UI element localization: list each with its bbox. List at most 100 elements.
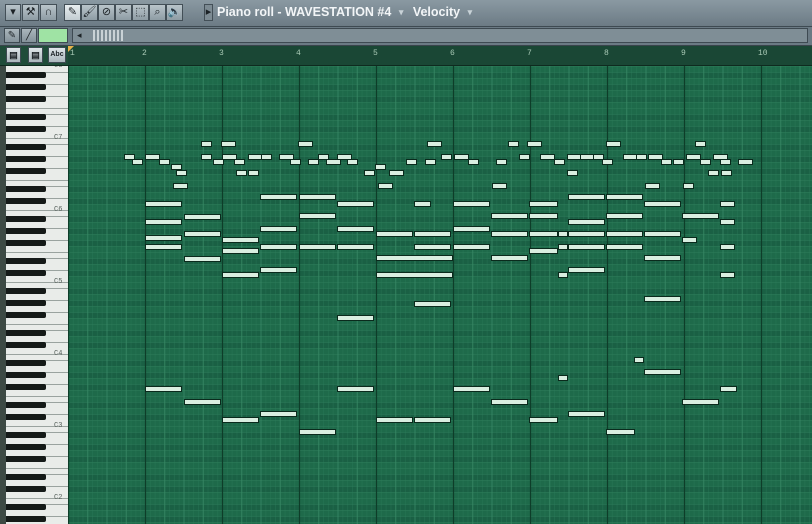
note-block[interactable]	[184, 214, 221, 220]
note-block[interactable]	[425, 159, 436, 165]
note-block[interactable]	[453, 226, 490, 232]
note-block[interactable]	[236, 170, 247, 176]
note-block[interactable]	[682, 399, 719, 405]
black-key[interactable]	[6, 342, 46, 348]
black-key[interactable]	[6, 384, 46, 390]
paint-tool-icon[interactable]: 🖌	[81, 4, 98, 21]
note-block[interactable]	[441, 154, 452, 160]
black-key[interactable]	[6, 216, 46, 222]
black-key[interactable]	[6, 240, 46, 246]
note-block[interactable]	[491, 399, 528, 405]
note-block[interactable]	[492, 183, 507, 189]
note-block[interactable]	[686, 154, 701, 160]
note-block[interactable]	[720, 219, 735, 225]
note-block[interactable]	[496, 159, 507, 165]
note-block[interactable]	[376, 231, 413, 237]
note-block[interactable]	[721, 170, 732, 176]
note-block[interactable]	[173, 183, 188, 189]
black-key[interactable]	[6, 288, 46, 294]
note-block[interactable]	[414, 417, 451, 423]
note-block[interactable]	[221, 141, 236, 147]
window-menu-button[interactable]: ▾	[5, 4, 21, 21]
note-block[interactable]	[298, 141, 313, 147]
note-block[interactable]	[299, 429, 336, 435]
black-key[interactable]	[6, 516, 46, 522]
note-block[interactable]	[337, 244, 374, 250]
magnet-icon[interactable]: ∩	[40, 4, 57, 21]
note-block[interactable]	[529, 201, 558, 207]
note-block[interactable]	[568, 231, 605, 237]
note-block[interactable]	[644, 231, 681, 237]
note-block[interactable]	[201, 141, 212, 147]
note-block[interactable]	[508, 141, 519, 147]
note-block[interactable]	[414, 301, 451, 307]
note-block[interactable]	[159, 159, 170, 165]
note-block[interactable]	[337, 315, 374, 321]
select-tool-icon[interactable]: ⬚	[132, 4, 149, 21]
note-block[interactable]	[414, 231, 451, 237]
note-block[interactable]	[375, 164, 386, 170]
note-block[interactable]	[606, 141, 621, 147]
black-key[interactable]	[6, 258, 46, 264]
note-block[interactable]	[700, 159, 711, 165]
note-block[interactable]	[364, 170, 375, 176]
note-block[interactable]	[529, 213, 558, 219]
note-block[interactable]	[529, 417, 558, 423]
note-block[interactable]	[606, 231, 643, 237]
note-block[interactable]	[682, 237, 697, 243]
note-block[interactable]	[222, 417, 259, 423]
note-block[interactable]	[529, 248, 558, 254]
note-block[interactable]	[568, 194, 605, 200]
note-block[interactable]	[337, 201, 374, 207]
note-block[interactable]	[661, 159, 672, 165]
note-block[interactable]	[145, 235, 182, 241]
black-key[interactable]	[6, 456, 46, 462]
black-key[interactable]	[6, 144, 46, 150]
note-block[interactable]	[260, 244, 297, 250]
note-block[interactable]	[378, 183, 393, 189]
note-block[interactable]	[554, 159, 565, 165]
note-block[interactable]	[634, 357, 644, 363]
note-block[interactable]	[540, 154, 555, 160]
black-key[interactable]	[6, 330, 46, 336]
note-block[interactable]	[337, 226, 374, 232]
note-block[interactable]	[519, 154, 530, 160]
mute-tool-icon[interactable]: ⊘	[98, 4, 115, 21]
note-block[interactable]	[132, 159, 143, 165]
event-target-label[interactable]: Velocity	[413, 5, 460, 19]
note-block[interactable]	[427, 141, 442, 147]
note-block[interactable]	[568, 267, 605, 273]
title-grip-icon[interactable]: ▸	[204, 4, 213, 21]
note-block[interactable]	[720, 159, 731, 165]
black-key[interactable]	[6, 168, 46, 174]
note-block[interactable]	[606, 244, 643, 250]
note-block[interactable]	[468, 159, 479, 165]
black-key[interactable]	[6, 360, 46, 366]
note-block[interactable]	[644, 296, 681, 302]
black-key[interactable]	[6, 402, 46, 408]
note-block[interactable]	[567, 170, 578, 176]
note-grid[interactable]	[68, 66, 812, 524]
note-block[interactable]	[636, 154, 647, 160]
note-block[interactable]	[376, 255, 453, 261]
note-block[interactable]	[222, 237, 259, 243]
note-block[interactable]	[337, 386, 374, 392]
black-key[interactable]	[6, 300, 46, 306]
black-key[interactable]	[6, 114, 46, 120]
note-block[interactable]	[568, 411, 605, 417]
note-block[interactable]	[644, 201, 681, 207]
note-block[interactable]	[708, 170, 719, 176]
note-block[interactable]	[261, 154, 272, 160]
note-block[interactable]	[606, 213, 643, 219]
black-key[interactable]	[6, 270, 46, 276]
black-key[interactable]	[6, 414, 46, 420]
black-key[interactable]	[6, 126, 46, 132]
line-icon[interactable]: ╱	[21, 28, 37, 43]
note-block[interactable]	[389, 170, 404, 176]
note-block[interactable]	[720, 244, 735, 250]
pencil-icon[interactable]: ✎	[4, 28, 20, 43]
black-key[interactable]	[6, 198, 46, 204]
wrench-icon[interactable]: ⚒	[22, 4, 39, 21]
playback-tool-icon[interactable]: 🔊	[166, 4, 183, 21]
black-key[interactable]	[6, 156, 46, 162]
